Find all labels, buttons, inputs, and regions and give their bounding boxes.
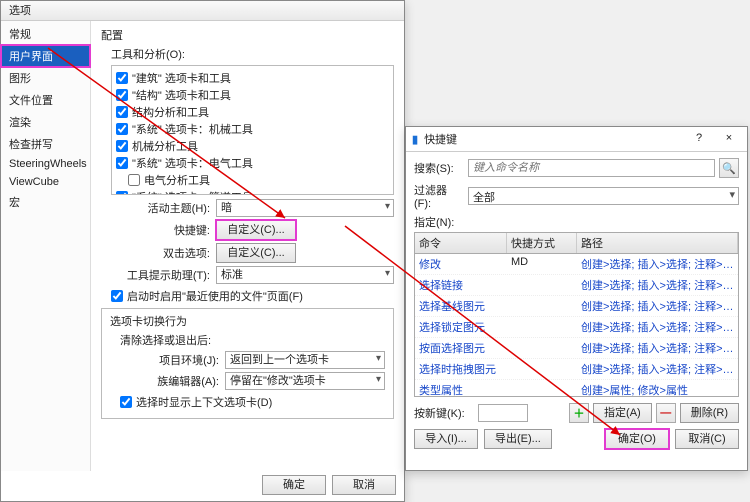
kb-rows[interactable]: 修改MD创建>选择; 插入>选择; 注释>选...选择链接创建>选择; 插入>选… <box>415 254 738 397</box>
options-cancel-button[interactable]: 取消 <box>332 475 396 495</box>
kb-ok-button[interactable]: 确定(O) <box>605 429 669 449</box>
auto-enable-recent-check[interactable] <box>111 290 123 302</box>
check-label: 机械分析工具 <box>132 138 198 154</box>
col-shortcut[interactable]: 快捷方式 <box>507 233 577 253</box>
check-label: "系统" 选项卡：管道工具 <box>132 189 253 195</box>
tab-switch-group: 选项卡切换行为 清除选择或退出后: 项目环境(J): 返回到上一个选项卡 族编辑… <box>101 308 394 419</box>
sidebar-item-steeringwheels[interactable]: SteeringWheels <box>1 155 90 173</box>
tab-switch-title: 选项卡切换行为 <box>110 313 385 329</box>
options-ok-button[interactable]: 确定 <box>262 475 326 495</box>
auto-enable-recent-label: 启动时启用"最近使用的文件"页面(F) <box>127 288 303 304</box>
sidebar-item-render[interactable]: 渲染 <box>1 111 90 133</box>
options-title-bar: 选项 <box>1 1 404 21</box>
tools-label: 工具和分析(O): <box>111 46 394 62</box>
options-sidebar: 常规 用户界面 图形 文件位置 渲染 检查拼写 SteeringWheels V… <box>1 21 91 471</box>
tooltip-label: 工具提示助理(T): <box>111 267 216 283</box>
check-label: "系统" 选项卡：电气工具 <box>132 155 253 171</box>
sidebar-item-general[interactable]: 常规 <box>1 23 90 45</box>
new-key-input[interactable] <box>478 404 528 422</box>
check-label: 结构分析和工具 <box>132 104 209 120</box>
close-icon[interactable]: × <box>717 130 741 148</box>
check-arch[interactable] <box>116 72 128 84</box>
check-sys-mech[interactable] <box>116 123 128 135</box>
minus-icon[interactable]: — <box>656 403 676 423</box>
active-theme-label: 活动主题(H): <box>111 200 216 216</box>
sidebar-item-graphics[interactable]: 图形 <box>1 67 90 89</box>
keyboard-shortcuts-dialog: ▮ 快捷键 ? × 搜索(S): 🔍 过滤器(F): 全部 指定(N): 命令 … <box>405 126 748 471</box>
check-label: "结构" 选项卡和工具 <box>132 87 231 103</box>
check-label: 电气分析工具 <box>144 172 210 188</box>
show-context-tab-check[interactable] <box>120 396 132 408</box>
filter-combo[interactable]: 全部 <box>468 187 739 205</box>
table-row[interactable]: 类型属性创建>属性; 修改>属性 <box>415 380 738 397</box>
shortcuts-label: 快捷键: <box>111 222 216 238</box>
doubleclick-label: 双击选项: <box>111 245 216 261</box>
export-button[interactable]: 导出(E)... <box>484 429 552 449</box>
check-struct[interactable] <box>116 89 128 101</box>
check-sys-elec[interactable] <box>116 157 128 169</box>
help-icon[interactable]: ? <box>687 130 711 148</box>
customize-shortcuts-button[interactable]: 自定义(C)... <box>216 220 296 240</box>
search-label: 搜索(S): <box>414 160 464 176</box>
import-button[interactable]: 导入(I)... <box>414 429 478 449</box>
tools-checklist[interactable]: "建筑" 选项卡和工具 "结构" 选项卡和工具 结构分析和工具 "系统" 选项卡… <box>111 65 394 195</box>
plus-icon[interactable]: ＋ <box>569 403 589 423</box>
options-main: 配置 工具和分析(O): "建筑" 选项卡和工具 "结构" 选项卡和工具 结构分… <box>91 21 404 471</box>
table-row[interactable]: 修改MD创建>选择; 插入>选择; 注释>选... <box>415 254 738 275</box>
kb-title: 快捷键 <box>424 131 457 147</box>
check-label: "系统" 选项卡：机械工具 <box>132 121 253 137</box>
check-label: "建筑" 选项卡和工具 <box>132 70 231 86</box>
table-row[interactable]: 选择时拖拽图元创建>选择; 插入>选择; 注释>选... <box>415 359 738 380</box>
search-icon[interactable]: 🔍 <box>719 158 739 178</box>
filter-label: 过滤器(F): <box>414 182 464 210</box>
options-title: 选项 <box>9 5 31 17</box>
project-env-combo[interactable]: 返回到上一个选项卡 <box>225 351 385 369</box>
assign-label: 指定(N): <box>414 214 739 230</box>
clear-or-exit-label: 清除选择或退出后: <box>120 332 385 348</box>
show-context-tab-label: 选择时显示上下文选项卡(D) <box>136 394 272 410</box>
col-path[interactable]: 路径 <box>577 233 738 253</box>
customize-doubleclick-button[interactable]: 自定义(C)... <box>216 243 296 263</box>
project-env-label: 项目环境(J): <box>120 352 225 368</box>
check-sys-pipe[interactable] <box>116 191 128 195</box>
table-row[interactable]: 选择锁定图元创建>选择; 插入>选择; 注释>选... <box>415 317 738 338</box>
kb-cancel-button[interactable]: 取消(C) <box>675 429 739 449</box>
family-editor-label: 族编辑器(A): <box>120 373 225 389</box>
check-elec-ana[interactable] <box>128 174 140 186</box>
app-icon: ▮ <box>412 133 418 146</box>
sidebar-item-viewcube[interactable]: ViewCube <box>1 173 90 191</box>
active-theme-combo[interactable]: 暗 <box>216 199 394 217</box>
remove-button[interactable]: 删除(R) <box>680 403 739 423</box>
sidebar-item-spellcheck[interactable]: 检查拼写 <box>1 133 90 155</box>
check-struct-ana[interactable] <box>116 106 128 118</box>
sidebar-item-ui[interactable]: 用户界面 <box>1 45 90 67</box>
new-key-label: 按新键(K): <box>414 405 474 421</box>
sidebar-item-file-locations[interactable]: 文件位置 <box>1 89 90 111</box>
table-row[interactable]: 选择链接创建>选择; 插入>选择; 注释>选... <box>415 275 738 296</box>
table-row[interactable]: 选择基线图元创建>选择; 插入>选择; 注释>选... <box>415 296 738 317</box>
options-dialog: 选项 常规 用户界面 图形 文件位置 渲染 检查拼写 SteeringWheel… <box>0 0 405 502</box>
assign-button[interactable]: 指定(A) <box>593 403 652 423</box>
sidebar-item-macro[interactable]: 宏 <box>1 191 90 213</box>
check-mech-ana[interactable] <box>116 140 128 152</box>
table-row[interactable]: 按面选择图元创建>选择; 插入>选择; 注释>选... <box>415 338 738 359</box>
search-input[interactable] <box>468 159 715 177</box>
family-editor-combo[interactable]: 停留在"修改"选项卡 <box>225 372 385 390</box>
col-cmd[interactable]: 命令 <box>415 233 507 253</box>
tooltip-combo[interactable]: 标准 <box>216 266 394 284</box>
config-label: 配置 <box>101 27 394 43</box>
kb-table: 命令 快捷方式 路径 修改MD创建>选择; 插入>选择; 注释>选...选择链接… <box>414 232 739 397</box>
